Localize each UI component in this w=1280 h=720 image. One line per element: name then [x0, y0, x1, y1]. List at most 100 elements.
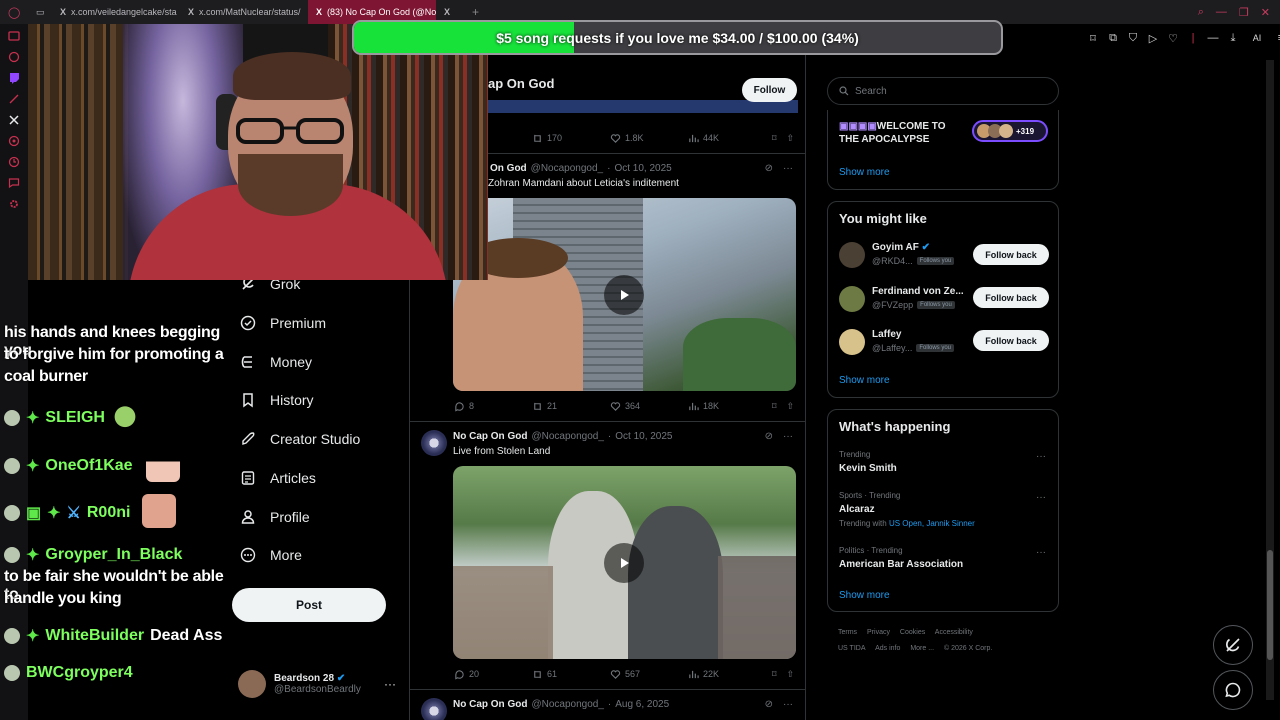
views-button[interactable]: 18K: [688, 401, 766, 412]
sidebar-toggle-icon[interactable]: ▭: [28, 0, 52, 24]
avatar[interactable]: [421, 430, 447, 456]
play-button[interactable]: [604, 275, 644, 315]
follow-back-button[interactable]: Follow back: [973, 244, 1049, 265]
nav-item-articles[interactable]: Articles: [240, 470, 316, 486]
tab-2[interactable]: Xx.com/MatNuclear/status/: [180, 0, 308, 24]
user-name[interactable]: Goyim AF ✔: [872, 242, 930, 253]
footer-link[interactable]: Ads info: [875, 645, 900, 652]
footer-link[interactable]: Cookies: [900, 629, 925, 636]
avatar[interactable]: [839, 286, 865, 312]
reply-button[interactable]: 20: [454, 669, 532, 680]
tweet-handle[interactable]: @Nocapongod_: [531, 699, 603, 710]
share-icon[interactable]: ⇧: [786, 133, 794, 144]
tab-1[interactable]: Xx.com/veiledangelcake/sta: [52, 0, 180, 24]
views-button[interactable]: 22K: [688, 669, 766, 680]
grok-icon[interactable]: ⊘: [765, 699, 773, 710]
tweet-video[interactable]: [453, 198, 796, 391]
play-icon[interactable]: ▷: [1146, 32, 1160, 45]
bookmark-icon[interactable]: ⌑: [772, 669, 777, 680]
avatar[interactable]: [839, 329, 865, 355]
community-title[interactable]: ▣▣▣▣WELCOME TO THE APOCALYPSE: [839, 120, 946, 146]
scrollbar-thumb[interactable]: [1267, 550, 1273, 660]
follow-back-button[interactable]: Follow back: [973, 287, 1049, 308]
dash-icon[interactable]: —: [1206, 32, 1220, 44]
tweet-video[interactable]: [453, 466, 796, 659]
minimize-icon[interactable]: —: [1216, 6, 1227, 18]
more-horizontal-icon[interactable]: ···: [783, 699, 793, 710]
shield-icon[interactable]: ⛉: [1126, 32, 1140, 45]
avatar[interactable]: [421, 698, 447, 720]
tweet-date[interactable]: Oct 10, 2025: [615, 431, 672, 442]
footer-link[interactable]: Terms: [838, 629, 857, 636]
bookmark-icon[interactable]: ⌑: [1086, 32, 1100, 45]
message-icon[interactable]: [8, 177, 20, 189]
search-input[interactable]: Search: [827, 77, 1059, 105]
footer-link[interactable]: US TIDA: [838, 645, 866, 652]
close-icon[interactable]: ✕: [1261, 6, 1270, 19]
clock-icon[interactable]: [8, 156, 20, 168]
repost-button[interactable]: 61: [532, 669, 610, 680]
ai-button[interactable]: AI: [1246, 33, 1268, 43]
repost-button[interactable]: 170: [532, 133, 610, 144]
post-button[interactable]: Post: [232, 588, 386, 622]
more-horizontal-icon[interactable]: ···: [783, 163, 793, 174]
share-icon[interactable]: ⇧: [786, 669, 794, 680]
nav-item-creator-studio[interactable]: Creator Studio: [240, 431, 360, 447]
search-icon[interactable]: ⌕: [1198, 6, 1204, 19]
tweet-handle[interactable]: @Nocapongod_: [531, 163, 603, 174]
account-switcher[interactable]: Beardson 28 ✔ @BeardsonBeardly: [238, 670, 361, 698]
show-more-link[interactable]: Show more: [839, 590, 890, 601]
show-more-link[interactable]: Show more: [839, 167, 890, 178]
inbox-icon[interactable]: [8, 30, 20, 42]
crop-icon[interactable]: ⧉: [1106, 32, 1120, 45]
like-button[interactable]: 567: [610, 669, 688, 680]
nav-item-history[interactable]: History: [240, 392, 314, 408]
x-logo-icon[interactable]: [8, 114, 20, 126]
like-button[interactable]: 364: [610, 401, 688, 412]
footer-link[interactable]: Accessibility: [935, 629, 973, 636]
grok-button[interactable]: [1213, 625, 1253, 665]
like-button[interactable]: 1.8K: [610, 133, 688, 144]
trend-related-link[interactable]: US Open, Jannik Sinner: [889, 519, 975, 528]
tweet-author[interactable]: No Cap On God: [453, 431, 527, 442]
tweet-author[interactable]: No Cap On God: [453, 699, 527, 710]
browser-menu-icon[interactable]: ◯: [0, 0, 28, 24]
grok-icon[interactable]: ⊘: [765, 431, 773, 442]
settings-icon[interactable]: [8, 198, 20, 210]
reply-button[interactable]: 8: [454, 401, 532, 412]
grok-icon[interactable]: ⊘: [765, 163, 773, 174]
percent-icon[interactable]: [8, 93, 20, 105]
more-horizontal-icon[interactable]: ···: [1036, 547, 1046, 558]
download-icon[interactable]: ⤓: [1226, 32, 1240, 45]
bookmark-icon[interactable]: ⌑: [772, 133, 777, 144]
avatar[interactable]: [839, 242, 865, 268]
user-name[interactable]: Laffey: [872, 329, 901, 340]
tweet-date[interactable]: Oct 10, 2025: [614, 163, 671, 174]
twitch-icon[interactable]: [8, 72, 20, 84]
chat-icon[interactable]: [8, 51, 20, 63]
more-horizontal-icon[interactable]: ···: [1036, 451, 1046, 462]
user-name[interactable]: Ferdinand von Ze...: [872, 286, 964, 297]
show-more-link[interactable]: Show more: [839, 375, 890, 386]
more-horizontal-icon[interactable]: ···: [783, 431, 793, 442]
more-horizontal-icon[interactable]: ···: [1036, 492, 1046, 503]
repost-button[interactable]: 21: [532, 401, 610, 412]
footer-link[interactable]: Privacy: [867, 629, 890, 636]
follow-button[interactable]: Follow: [742, 78, 797, 102]
menu-icon[interactable]: ≡: [1274, 32, 1280, 44]
tweet-date[interactable]: Aug 6, 2025: [615, 699, 669, 710]
more-horizontal-icon[interactable]: ···: [384, 677, 396, 691]
heart-icon[interactable]: ♡: [1166, 32, 1180, 45]
new-tab-button[interactable]: +: [464, 5, 487, 19]
scrollbar[interactable]: [1266, 60, 1274, 700]
footer-link[interactable]: More ...: [910, 645, 934, 652]
nav-item-more[interactable]: More: [240, 547, 302, 563]
nav-item-money[interactable]: Money: [240, 354, 312, 370]
follow-back-button[interactable]: Follow back: [973, 330, 1049, 351]
tweet-author[interactable]: On God: [490, 163, 527, 174]
nav-item-premium[interactable]: Premium: [240, 315, 326, 331]
target-icon[interactable]: [8, 135, 20, 147]
community-members[interactable]: +319: [972, 120, 1048, 142]
messages-button[interactable]: [1213, 670, 1253, 710]
bookmark-icon[interactable]: ⌑: [772, 401, 777, 412]
